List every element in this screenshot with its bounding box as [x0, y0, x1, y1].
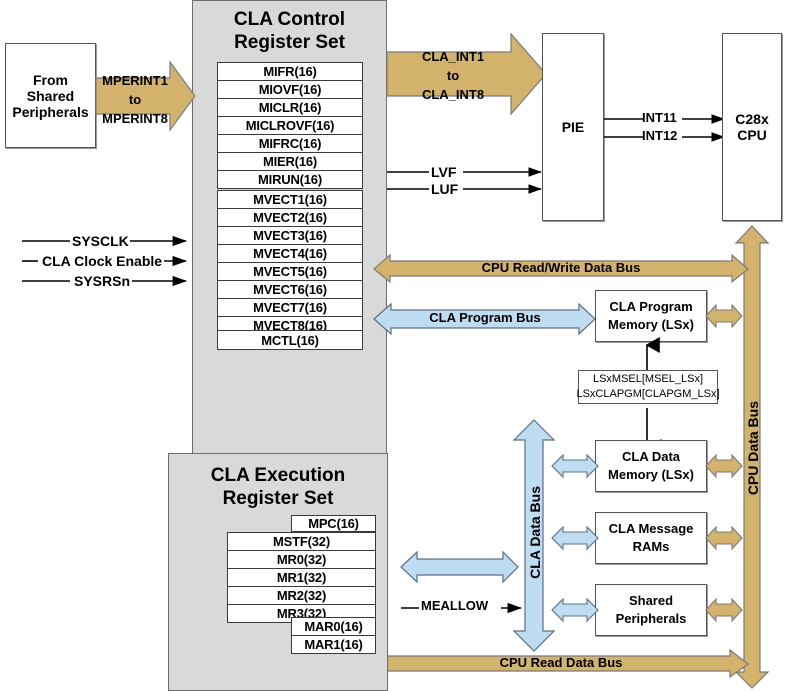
pie-label: PIE	[561, 119, 585, 135]
message-rams-cla-connector	[551, 525, 599, 551]
signal-luf: LUF	[431, 181, 459, 197]
c28x-cpu-block: C28x CPU	[722, 33, 782, 221]
register-control-5: MIER(16)	[217, 152, 363, 171]
cla-program-memory-block: CLA Program Memory (LSx)	[595, 290, 707, 342]
int-signal-lines: INT11 INT12	[604, 110, 726, 146]
register-mctl-0: MCTL(16)	[217, 330, 363, 350]
signal-sysclk: SYSCLK	[72, 233, 129, 249]
message-rams-bus-connector	[705, 525, 743, 551]
source-line1: From	[33, 71, 68, 88]
signal-cla-clock-enable: CLA Clock Enable	[42, 253, 163, 269]
control-panel-title: CLA Control Register Set	[192, 8, 387, 54]
cla-data-bus-label: CLA Data Bus	[527, 486, 543, 579]
clock-signal-lines: SYSCLK CLA Clock Enable SYSRSn	[22, 228, 194, 294]
execution-register-group-wide: MSTF(32) MR0(32) MR1(32) MR2(32) MR3(32)	[227, 532, 376, 623]
register-vector-5: MVECT6(16)	[217, 280, 363, 299]
register-mpc: MPC(16)	[291, 515, 376, 532]
cla-program-bus: CLA Program Bus	[373, 302, 596, 336]
execution-panel-title: CLA Execution Register Set	[168, 464, 388, 510]
from-shared-peripherals-block: From Shared Peripherals	[5, 43, 96, 148]
cla-data-memory-block: CLA Data Memory (LSx)	[595, 440, 707, 492]
data-memory-bus-connector	[705, 453, 743, 479]
register-vector-3: MVECT4(16)	[217, 244, 363, 263]
msel-line1: LSxMSEL[MSEL_LSx]	[592, 373, 704, 386]
cpu-data-bus-label: CPU Data Bus	[745, 401, 761, 496]
register-vector-4: MVECT5(16)	[217, 262, 363, 281]
control-register-group-mctl: MCTL(16)	[217, 330, 363, 350]
register-exec-wide-2: MR1(32)	[227, 568, 376, 587]
source-line2: Shared	[26, 87, 75, 104]
register-vector-2: MVECT3(16)	[217, 226, 363, 245]
register-control-1: MIOVF(16)	[217, 80, 363, 99]
source-line3: Peripherals	[12, 103, 89, 120]
flag-signal-lines: LVF LUF	[387, 162, 543, 198]
cpu-line2: CPU	[737, 127, 767, 143]
cpu-read-data-bus: CPU Read Data Bus	[373, 648, 750, 679]
register-mar-0: MAR0(16)	[291, 617, 376, 636]
program-memory-line2: Memory (LSx)	[608, 317, 694, 332]
shared-peripherals-line2: Peripherals	[615, 611, 687, 626]
signal-int11: INT11	[642, 110, 677, 125]
meallow-label: MEALLOW	[421, 598, 489, 613]
control-panel-title-line1: CLA Control	[233, 9, 346, 30]
control-panel-title-line2: Register Set	[234, 32, 345, 54]
message-rams-line1: CLA Message	[608, 521, 694, 537]
execution-cla-data-connector	[400, 550, 519, 584]
register-exec-wide-0: MSTF(32)	[227, 532, 376, 551]
cla-int-arrow: CLA_INT1 to CLA_INT8	[386, 32, 547, 116]
shared-peripherals-line1: Shared	[628, 593, 674, 609]
register-control-4: MIFRC(16)	[217, 134, 363, 153]
shared-peripherals-block: Shared Peripherals	[595, 584, 707, 636]
program-memory-line1: CLA Program	[609, 299, 693, 315]
shared-peripherals-cla-connector	[551, 597, 599, 623]
register-control-3: MICLROVF(16)	[217, 116, 363, 135]
data-memory-line2: Memory (LSx)	[608, 467, 694, 482]
register-exec-wide-1: MR0(32)	[227, 550, 376, 569]
control-register-group-vector: MVECT1(16) MVECT2(16) MVECT3(16) MVECT4(16)…	[217, 190, 363, 335]
control-register-group-interrupt: MIFR(16) MIOVF(16) MICLR(16) MICLROVF(16) MI…	[217, 62, 363, 189]
register-vector-6: MVECT7(16)	[217, 298, 363, 317]
signal-sysrsn: SYSRSn	[74, 273, 131, 289]
msel-line2: LSxCLAPGM[CLAPGM_LSx]	[576, 388, 720, 400]
execution-register-group-mar: MAR0(16) MAR1(16)	[291, 617, 376, 654]
register-mar-1: MAR1(16)	[291, 635, 376, 654]
lsx-msel-config-box: LSxMSEL[MSEL_LSx] LSxCLAPGM[CLAPGM_LSx]	[576, 370, 720, 404]
register-exec-wide-3: MR2(32)	[227, 586, 376, 605]
signal-int12: INT12	[642, 128, 678, 143]
data-memory-cla-connector	[551, 453, 599, 479]
cla-message-rams-block: CLA Message RAMs	[595, 512, 707, 564]
message-rams-line2: RAMs	[632, 539, 670, 554]
execution-panel-title-line2: Register Set	[222, 488, 334, 510]
cpu-read-write-data-bus: CPU Read/Write Data Bus	[373, 253, 749, 284]
signal-lvf: LVF	[431, 164, 457, 180]
program-memory-bus-connector	[705, 303, 743, 329]
pie-block: PIE	[542, 33, 604, 221]
register-control-6: MIRUN(16)	[217, 170, 363, 189]
register-control-0: MIFR(16)	[217, 62, 363, 81]
meallow-signal: MEALLOW	[401, 597, 523, 619]
shared-peripherals-bus-connector	[705, 597, 743, 623]
register-vector-0: MVECT1(16)	[217, 190, 363, 209]
execution-panel-title-line1: CLA Execution	[210, 465, 346, 486]
register-control-2: MICLR(16)	[217, 98, 363, 117]
cpu-line1: C28x	[735, 111, 769, 127]
cla-block-diagram: CLA Control Register Set MIFR(16) MIOVF(1…	[0, 0, 787, 691]
data-memory-line1: CLA Data	[621, 449, 681, 465]
mperint-arrow: MPERINT1 to MPERINT8	[95, 60, 196, 132]
register-vector-1: MVECT2(16)	[217, 208, 363, 227]
